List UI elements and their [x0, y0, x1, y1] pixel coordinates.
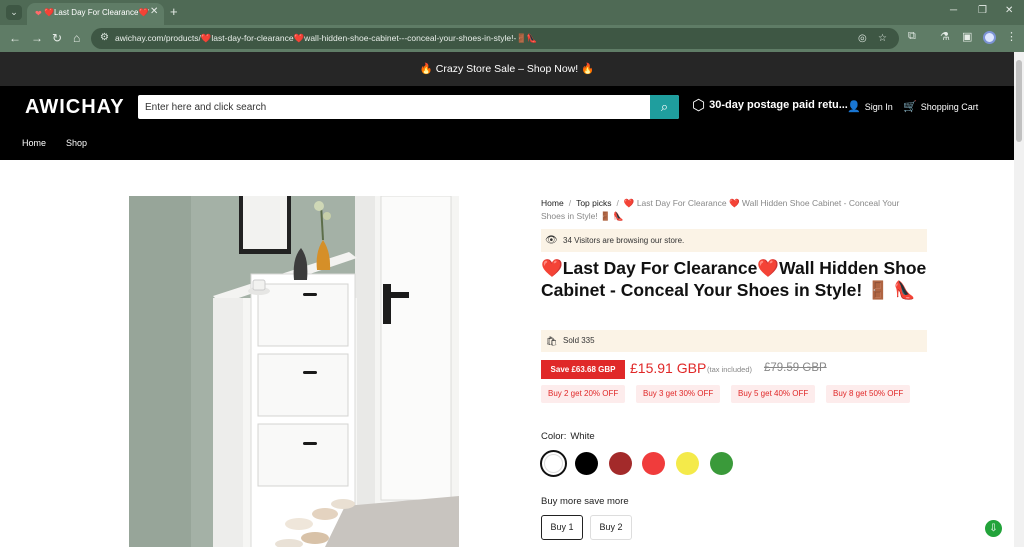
- breadcrumb-top-picks[interactable]: Top picks: [576, 198, 611, 208]
- scrollbar-thumb[interactable]: [1016, 60, 1022, 142]
- side-panel-icon[interactable]: ▣: [962, 30, 972, 43]
- color-swatch-white[interactable]: [540, 450, 567, 477]
- main-nav: Home Shop: [0, 127, 1014, 160]
- breadcrumb-home[interactable]: Home: [541, 198, 564, 208]
- nav-home[interactable]: Home: [22, 138, 46, 148]
- package-icon: ⬡: [692, 97, 706, 114]
- reload-icon[interactable]: ↻: [52, 31, 62, 45]
- breadcrumb-separator: /: [616, 198, 619, 208]
- color-swatch-dark-red[interactable]: [609, 452, 632, 475]
- sold-count-notice: 🛍 Sold 335: [541, 330, 927, 352]
- site-logo[interactable]: AWICHAY: [25, 96, 125, 119]
- offer-badge[interactable]: Buy 5 get 40% OFF: [731, 385, 816, 403]
- shopping-bag-icon: 🛍: [546, 336, 558, 346]
- url-text[interactable]: awichay.com/products/❤️last-day-for-clea…: [115, 33, 537, 44]
- site-settings-icon[interactable]: ⚙: [100, 32, 109, 43]
- cart-label: Shopping Cart: [920, 102, 979, 112]
- eye-icon: 👁: [545, 235, 558, 246]
- color-swatch-green[interactable]: [710, 452, 733, 475]
- postage-promo[interactable]: ⬡ 30-day postage paid retu...: [692, 96, 848, 114]
- visitors-notice: 👁 34 Visitors are browsing our store.: [541, 229, 927, 252]
- product-image[interactable]: [129, 196, 459, 547]
- home-icon[interactable]: ⌂: [73, 31, 80, 45]
- browser-tab[interactable]: ❤ ❤️Last Day For Clearance❤️W ✕: [27, 3, 164, 25]
- close-tab-icon[interactable]: ✕: [150, 6, 158, 17]
- address-bar[interactable]: ⚙ awichay.com/products/❤️last-day-for-cl…: [91, 28, 899, 49]
- quantity-option-buy-2[interactable]: Buy 2: [590, 515, 632, 540]
- sale-price: £15.91 GBP: [630, 360, 707, 376]
- buy-more-label: Buy more save more: [541, 496, 629, 507]
- profile-avatar[interactable]: [983, 31, 996, 44]
- browser-menu-icon[interactable]: ⋮: [1006, 30, 1017, 43]
- sign-in-link[interactable]: 👤 Sign In: [847, 100, 893, 113]
- compare-at-price: £79.59 GBP: [764, 362, 827, 374]
- breadcrumb: Home / Top picks / ❤️ Last Day For Clearance…: [541, 197, 911, 223]
- browser-tab-bar: ⌄ ❤ ❤️Last Day For Clearance❤️W ✕ + ─ ❐ …: [0, 0, 1024, 25]
- save-badge: Save £63.68 GBP: [541, 360, 625, 379]
- window-close-icon[interactable]: ✕: [1005, 5, 1013, 16]
- download-icon[interactable]: ⇩: [985, 520, 1002, 537]
- offer-badge[interactable]: Buy 3 get 30% OFF: [636, 385, 721, 403]
- site-header: AWICHAY ⌕ ⬡30-day postage paid retu... 👤…: [0, 86, 1014, 127]
- nav-shop[interactable]: Shop: [66, 138, 87, 148]
- color-swatch-red[interactable]: [642, 452, 665, 475]
- browser-toolbar: ← → ↻ ⌂ ⚙ awichay.com/products/❤️last-da…: [0, 25, 1024, 52]
- search-button[interactable]: ⌕: [650, 95, 679, 119]
- user-icon: 👤: [847, 101, 861, 113]
- back-icon[interactable]: ←: [9, 31, 21, 45]
- labs-icon[interactable]: ⚗: [940, 30, 950, 43]
- color-label-text: Color:: [541, 431, 567, 442]
- new-tab-icon[interactable]: +: [170, 4, 178, 19]
- selected-color: White: [570, 431, 595, 442]
- favicon-icon: ❤: [35, 9, 42, 18]
- bookmark-star-icon[interactable]: ☆: [878, 33, 887, 44]
- tab-search-icon[interactable]: ⌄: [6, 5, 22, 20]
- search-bar: ⌕: [138, 95, 679, 119]
- shoe-cabinet-photo: [129, 196, 459, 547]
- forward-icon[interactable]: →: [31, 31, 43, 45]
- page-scrollbar[interactable]: [1014, 52, 1024, 547]
- search-icon: ⌕: [660, 99, 669, 114]
- search-input[interactable]: [138, 95, 650, 119]
- offer-badge[interactable]: Buy 8 get 50% OFF: [826, 385, 911, 403]
- minimize-icon[interactable]: ─: [950, 5, 957, 16]
- promo-banner[interactable]: 🔥 Crazy Store Sale – Shop Now! 🔥: [0, 52, 1014, 86]
- offer-badge[interactable]: Buy 2 get 20% OFF: [541, 385, 626, 403]
- product-title: ❤️Last Day For Clearance❤️Wall Hidden Sh…: [541, 258, 927, 300]
- postage-text: 30-day postage paid retu...: [709, 98, 848, 111]
- breadcrumb-separator: /: [568, 198, 572, 208]
- sold-count: Sold 335: [563, 336, 595, 345]
- extensions-icon[interactable]: ⧉: [908, 30, 916, 43]
- restore-icon[interactable]: ❐: [978, 5, 987, 16]
- visitors-text: 34 Visitors are browsing our store.: [563, 236, 685, 245]
- quantity-option-buy-1[interactable]: Buy 1: [541, 515, 583, 540]
- color-label: Color: White: [541, 431, 595, 442]
- tab-title: ❤️Last Day For Clearance❤️W: [44, 8, 149, 17]
- sign-in-label: Sign In: [864, 102, 893, 112]
- tax-note: (tax included): [707, 365, 753, 374]
- color-swatch-yellow[interactable]: [676, 452, 699, 475]
- shopping-cart-link[interactable]: 🛒 Shopping Cart: [903, 100, 978, 113]
- cart-icon: 🛒: [903, 101, 917, 113]
- eye-off-icon[interactable]: ◎: [858, 33, 867, 44]
- color-swatch-black[interactable]: [575, 452, 598, 475]
